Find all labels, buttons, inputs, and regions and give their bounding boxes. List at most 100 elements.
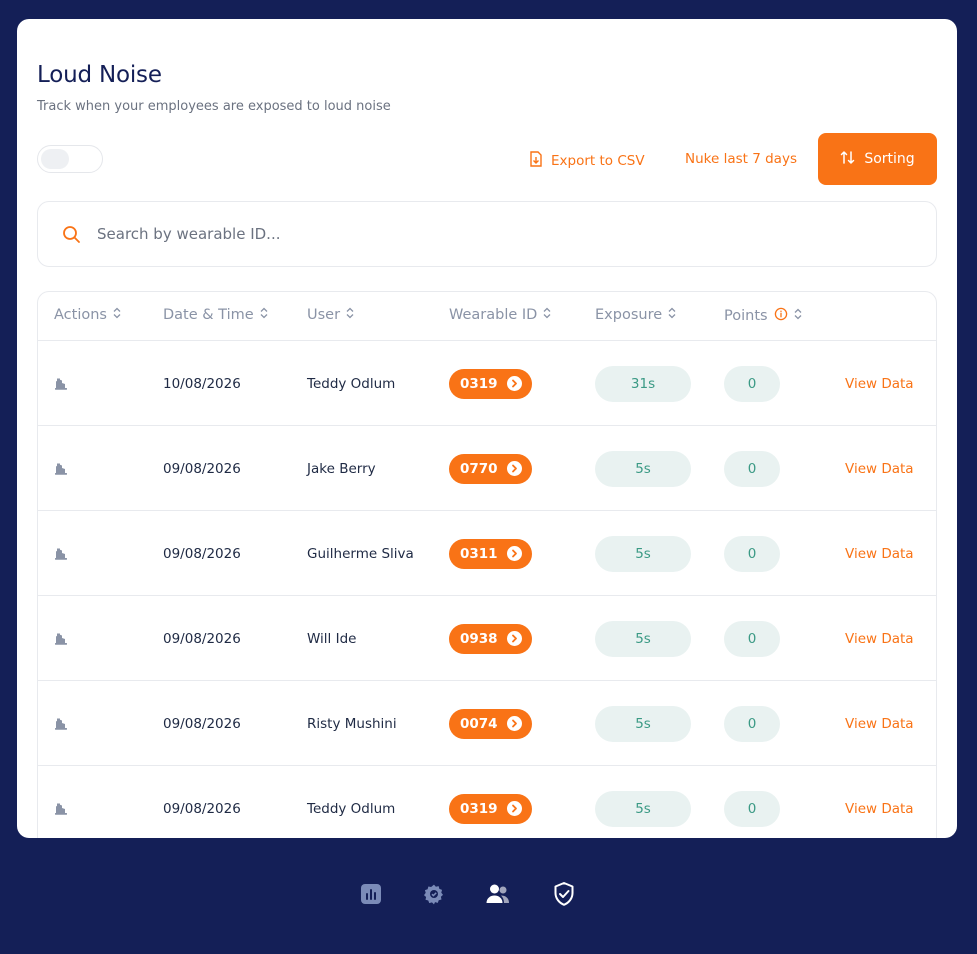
user-cell: Teddy Odlum <box>307 800 396 817</box>
page-subtitle: Track when your employees are exposed to… <box>37 99 391 114</box>
date-cell: 09/08/2026 <box>163 460 241 477</box>
date-cell: 09/08/2026 <box>163 715 241 732</box>
column-header-actions[interactable]: Actions <box>54 307 121 323</box>
wearable-id-label: 0770 <box>460 460 498 477</box>
exposure-cell: 5s <box>595 766 691 838</box>
alarm-action-icon[interactable] <box>54 341 68 426</box>
wearable-id-cell: 0311 <box>449 511 532 596</box>
points-cell: 0 <box>724 341 780 426</box>
points-pill: 0 <box>724 705 780 742</box>
points-cell: 0 <box>724 681 780 766</box>
exposure-pill: 5s <box>595 705 691 742</box>
toggle-switch[interactable] <box>37 145 103 173</box>
date-cell: 09/08/2026 <box>163 545 241 562</box>
alarm-action-icon[interactable] <box>54 766 68 838</box>
table-row: 09/08/2026 Jake Berry 0770 5s 0 View Dat… <box>38 426 936 511</box>
column-header-user[interactable]: User <box>307 307 354 323</box>
chevron-right-icon <box>506 801 522 816</box>
wearable-id-cell: 0074 <box>449 681 532 766</box>
alarm-action-icon[interactable] <box>54 426 68 511</box>
points-pill: 0 <box>724 790 780 827</box>
points-cell: 0 <box>724 511 780 596</box>
column-header-wearable-id[interactable]: Wearable ID <box>449 307 551 323</box>
chart-icon[interactable] <box>358 881 384 907</box>
gear-icon[interactable] <box>421 881 447 907</box>
wearable-id-pill[interactable]: 0311 <box>449 538 532 569</box>
alarm-action-icon[interactable] <box>54 511 68 596</box>
noise-table: Actions Date & Time User Wearable ID Exp… <box>37 291 937 838</box>
exposure-cell: 5s <box>595 511 691 596</box>
chevron-right-icon <box>506 376 522 391</box>
shield-check-icon[interactable] <box>551 881 577 907</box>
wearable-id-cell: 0319 <box>449 766 532 838</box>
wearable-id-pill[interactable]: 0938 <box>449 623 532 654</box>
wearable-id-pill[interactable]: 0074 <box>449 708 532 739</box>
view-data-link[interactable]: View Data <box>845 426 914 511</box>
search-input[interactable] <box>97 225 857 243</box>
exposure-cell: 5s <box>595 426 691 511</box>
sorting-label: Sorting <box>864 151 915 167</box>
table-body: 10/08/2026 Teddy Odlum 0319 31s 0 View D… <box>38 341 936 838</box>
search-bar <box>37 201 937 267</box>
sort-icon <box>794 308 802 324</box>
view-data-link[interactable]: View Data <box>845 511 914 596</box>
chevron-right-icon <box>506 461 522 476</box>
nuke-label: Nuke last 7 days <box>685 151 797 167</box>
chevron-right-icon <box>506 546 522 561</box>
points-pill: 0 <box>724 620 780 657</box>
alarm-action-icon[interactable] <box>54 596 68 681</box>
table-row: 09/08/2026 Risty Mushini 0074 5s 0 View … <box>38 681 936 766</box>
column-header-exposure[interactable]: Exposure <box>595 307 676 323</box>
alarm-action-icon[interactable] <box>54 681 68 766</box>
exposure-pill: 31s <box>595 365 691 402</box>
wearable-id-cell: 0319 <box>449 341 532 426</box>
column-label: Exposure <box>595 307 663 323</box>
sort-icon <box>260 307 268 323</box>
date-cell: 09/08/2026 <box>163 630 241 647</box>
view-data-link[interactable]: View Data <box>845 766 914 838</box>
sort-icon <box>346 307 354 323</box>
sort-icon <box>668 307 676 323</box>
wearable-id-label: 0319 <box>460 800 498 817</box>
info-icon[interactable] <box>774 307 788 325</box>
toggle-knob <box>41 149 69 169</box>
export-csv-button[interactable]: Export to CSV <box>529 151 645 171</box>
main-card: Loud Noise Track when your employees are… <box>17 19 957 838</box>
view-data-link[interactable]: View Data <box>845 681 914 766</box>
column-header-points[interactable]: Points <box>724 307 802 325</box>
users-icon[interactable] <box>485 881 511 907</box>
wearable-id-pill[interactable]: 0319 <box>449 368 532 399</box>
date-cell: 09/08/2026 <box>163 800 241 817</box>
wearable-id-pill[interactable]: 0770 <box>449 453 532 484</box>
column-label: Wearable ID <box>449 307 538 323</box>
view-data-link[interactable]: View Data <box>845 596 914 681</box>
wearable-id-label: 0311 <box>460 545 498 562</box>
wearable-id-label: 0938 <box>460 630 498 647</box>
table-row: 09/08/2026 Guilherme Sliva 0311 5s 0 Vie… <box>38 511 936 596</box>
sort-arrows-icon <box>840 150 855 169</box>
exposure-pill: 5s <box>595 535 691 572</box>
search-icon <box>62 225 81 244</box>
column-header-date[interactable]: Date & Time <box>163 307 268 323</box>
points-cell: 0 <box>724 596 780 681</box>
table-row: 10/08/2026 Teddy Odlum 0319 31s 0 View D… <box>38 341 936 426</box>
column-label: Actions <box>54 307 107 323</box>
points-cell: 0 <box>724 766 780 838</box>
exposure-cell: 5s <box>595 596 691 681</box>
chevron-right-icon <box>506 631 522 646</box>
exposure-cell: 5s <box>595 681 691 766</box>
nuke-last-7-days-button[interactable]: Nuke last 7 days <box>685 151 797 167</box>
wearable-id-label: 0319 <box>460 375 498 392</box>
file-download-icon <box>529 151 543 171</box>
sorting-button[interactable]: Sorting <box>818 133 937 185</box>
exposure-cell: 31s <box>595 341 691 426</box>
table-row: 09/08/2026 Teddy Odlum 0319 5s 0 View Da… <box>38 766 936 838</box>
user-cell: Will Ide <box>307 630 357 647</box>
view-data-link[interactable]: View Data <box>845 341 914 426</box>
exposure-pill: 5s <box>595 790 691 827</box>
table-header: Actions Date & Time User Wearable ID Exp… <box>38 292 936 341</box>
export-csv-label: Export to CSV <box>551 153 645 169</box>
points-cell: 0 <box>724 426 780 511</box>
points-pill: 0 <box>724 365 780 402</box>
wearable-id-pill[interactable]: 0319 <box>449 793 532 824</box>
